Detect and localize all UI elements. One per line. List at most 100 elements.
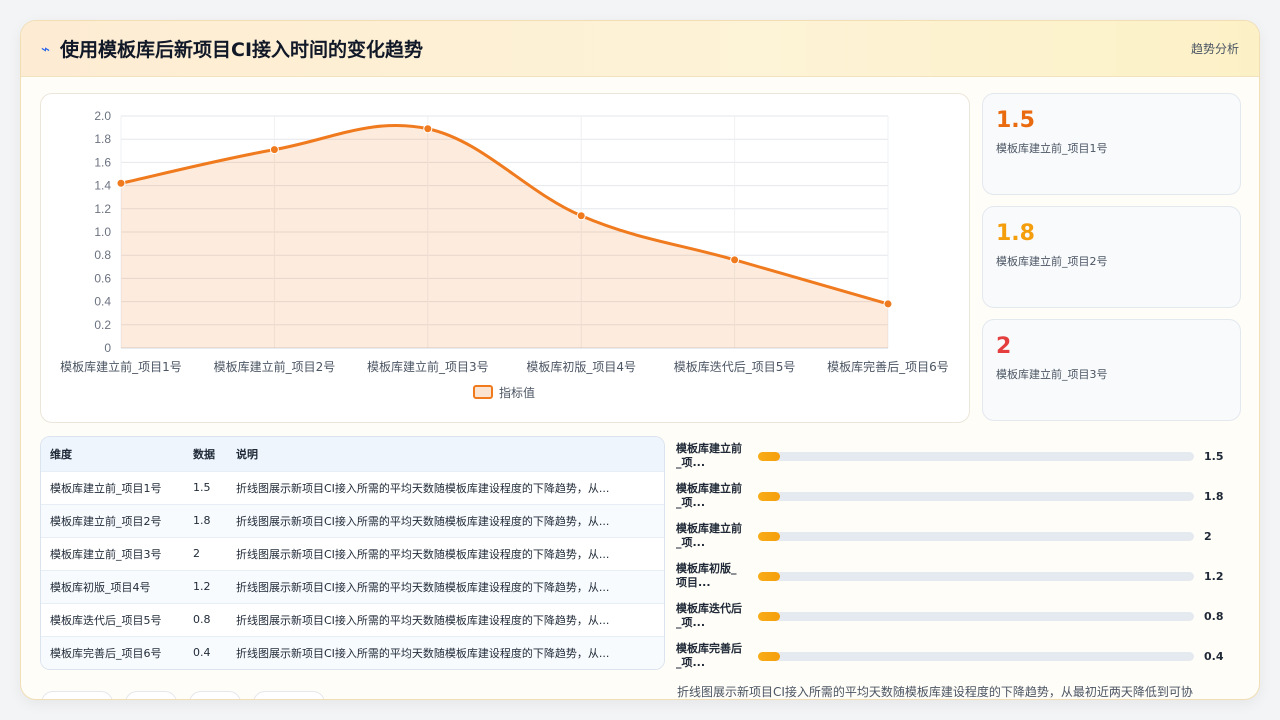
cell-description: 折线图展示新项目CI接入所需的平均天数随模板库建设程度的下降趋势，从... — [227, 569, 664, 603]
bar-track — [758, 611, 1194, 621]
bar-track — [758, 451, 1194, 461]
bar-label: 模板库建立前 _项... — [676, 442, 742, 469]
bar-fill — [758, 531, 780, 541]
trend-analysis-badge: 趋势分析 — [1190, 42, 1239, 56]
table-header-row: 维度 数据 说明 — [41, 437, 664, 471]
bar-row: 模板库建立前 _项... 2 — [676, 516, 1241, 556]
dashboard-card: ⌁ 使用模板库后新项目CI接入时间的变化趋势 趋势分析 0 0.2 0.4 0.6 0.… — [20, 20, 1260, 700]
y-tick-label: 1.8 — [94, 132, 111, 146]
table-row: 模板库迭代后_项目5号 0.8 折线图展示新项目CI接入所需的平均天数随模板库建设程… — [41, 602, 664, 636]
kpi-label: 模板库建立前_项目1号 — [996, 142, 1108, 155]
y-tick-label: 1.0 — [94, 225, 111, 239]
bar-fill — [758, 451, 780, 461]
bar-value: 2 — [1204, 529, 1212, 543]
x-tick-label: 模板库初版_项目4号 — [526, 359, 636, 374]
kpi-value: 1.8 — [996, 221, 1035, 246]
bar-fill — [758, 611, 780, 621]
cell-dimension: 模板库建立前_项目2号 — [41, 503, 184, 537]
legend-label: 指标值 — [499, 385, 535, 400]
table-row: 模板库建立前_项目3号 2 折线图展示新项目CI接入所需的平均天数随模板库建设程度的… — [41, 536, 664, 570]
bar-track — [758, 531, 1194, 541]
data-table: 维度 数据 说明 模板库建立前_项目1号 1.5 折线图展示新项目CI接入所需的平均… — [41, 437, 664, 669]
cell-data: 0.8 — [184, 602, 227, 636]
header: ⌁ 使用模板库后新项目CI接入时间的变化趋势 趋势分析 — [21, 21, 1259, 77]
data-point — [576, 211, 586, 221]
cell-data: 0.4 — [184, 635, 227, 669]
bar-row: 模板库建立前 _项... 1.5 — [676, 436, 1241, 476]
cell-description: 折线图展示新项目CI接入所需的平均天数随模板库建设程度的下降趋势，从... — [227, 635, 664, 669]
table-row: 模板库建立前_项目1号 1.5 折线图展示新项目CI接入所需的平均天数随模板库建设程… — [41, 470, 664, 504]
line-chart-panel: 0 0.2 0.4 0.6 0.8 1.0 1.2 1.4 1.6 1.8 2.0 模板库建立前_项目… — [40, 93, 970, 423]
filter-chips — [41, 691, 325, 699]
cell-description: 折线图展示新项目CI接入所需的平均天数随模板库建设程度的下降趋势，从... — [227, 536, 664, 570]
table-row: 模板库完善后_项目6号 0.4 折线图展示新项目CI接入所需的平均天数随模板库建设程… — [41, 635, 664, 669]
page-title: 使用模板库后新项目CI接入时间的变化趋势 — [60, 39, 424, 61]
cell-data: 1.2 — [184, 569, 227, 603]
bar-value: 1.5 — [1204, 449, 1224, 463]
kpi-label: 模板库建立前_项目3号 — [996, 368, 1108, 381]
bar-label: 模板库建立前 _项... — [676, 482, 742, 509]
bar-track — [758, 651, 1194, 661]
data-point — [423, 124, 433, 134]
bar-label: 模板库完善后 _项... — [676, 642, 742, 669]
series-area — [121, 125, 888, 348]
bar-fill — [758, 491, 780, 501]
x-tick-label: 模板库建立前_项目1号 — [60, 359, 182, 374]
table-row: 模板库初版_项目4号 1.2 折线图展示新项目CI接入所需的平均天数随模板库建设程度… — [41, 569, 664, 603]
bar-fill — [758, 571, 780, 581]
filter-chip[interactable] — [41, 691, 113, 699]
y-tick-label: 0.2 — [94, 318, 111, 332]
cell-dimension: 模板库迭代后_项目5号 — [41, 602, 184, 636]
cell-description: 折线图展示新项目CI接入所需的平均天数随模板库建设程度的下降趋势，从... — [227, 503, 664, 537]
kpi-card-3: 2 模板库建立前_项目3号 — [982, 319, 1241, 421]
column-header-description: 说明 — [236, 447, 258, 461]
bar-row: 模板库初版_ 项目... 1.2 — [676, 556, 1241, 596]
bar-value: 0.4 — [1204, 649, 1224, 663]
summary-text: 折线图展示新项目CI接入所需的平均天数随模板库建设程度的下降趋势，从最初近两天降… — [677, 685, 1193, 699]
bar-track — [758, 571, 1194, 581]
filter-chip[interactable] — [125, 691, 177, 699]
y-tick-label: 0 — [104, 341, 111, 355]
kpi-value: 2 — [996, 334, 1012, 359]
x-tick-label: 模板库建立前_项目2号 — [214, 359, 336, 374]
y-tick-label: 0.4 — [94, 295, 111, 309]
cell-dimension: 模板库建立前_项目1号 — [41, 470, 184, 504]
bar-fill — [758, 651, 780, 661]
cell-description: 折线图展示新项目CI接入所需的平均天数随模板库建设程度的下降趋势，从... — [227, 602, 664, 636]
cell-dimension: 模板库初版_项目4号 — [41, 569, 184, 603]
filter-chip[interactable] — [253, 691, 325, 699]
data-table-panel: 维度 数据 说明 模板库建立前_项目1号 1.5 折线图展示新项目CI接入所需的平均… — [40, 436, 665, 670]
data-point — [116, 178, 126, 188]
column-header-dimension: 维度 — [50, 447, 72, 461]
kpi-value: 1.5 — [996, 108, 1035, 133]
line-chart: 0 0.2 0.4 0.6 0.8 1.0 1.2 1.4 1.6 1.8 2.0 模板库建立前_项目… — [60, 109, 949, 400]
kpi-card-1: 1.5 模板库建立前_项目1号 — [982, 93, 1241, 195]
bar-row: 模板库迭代后 _项... 0.8 — [676, 596, 1241, 636]
cell-data: 1.5 — [184, 470, 227, 504]
bar-label: 模板库初版_ 项目... — [676, 562, 737, 589]
filter-chip[interactable] — [189, 691, 241, 699]
y-tick-label: 0.8 — [94, 248, 111, 262]
bar-track — [758, 491, 1194, 501]
bar-label: 模板库建立前 _项... — [676, 522, 742, 549]
x-tick-label: 模板库迭代后_项目5号 — [674, 359, 796, 374]
column-header-data: 数据 — [193, 447, 215, 461]
trend-icon: ⌁ — [41, 39, 51, 58]
bar-row: 模板库建立前 _项... 1.8 — [676, 476, 1241, 516]
cell-data: 2 — [184, 536, 227, 570]
y-tick-label: 0.6 — [94, 271, 111, 285]
bar-value: 1.2 — [1204, 569, 1224, 583]
bar-row: 模板库完善后 _项... 0.4 — [676, 636, 1241, 676]
data-point — [269, 145, 279, 155]
y-tick-label: 2.0 — [94, 109, 111, 123]
cell-dimension: 模板库建立前_项目3号 — [41, 536, 184, 570]
bar-label: 模板库迭代后 _项... — [676, 602, 742, 629]
bar-value: 0.8 — [1204, 609, 1224, 623]
cell-description: 折线图展示新项目CI接入所需的平均天数随模板库建设程度的下降趋势，从... — [227, 470, 664, 504]
cell-data: 1.8 — [184, 503, 227, 537]
y-tick-label: 1.4 — [94, 179, 111, 193]
legend-swatch — [473, 385, 493, 399]
kpi-card-2: 1.8 模板库建立前_项目2号 — [982, 206, 1241, 308]
bar-value: 1.8 — [1204, 489, 1224, 503]
data-point — [883, 299, 893, 309]
